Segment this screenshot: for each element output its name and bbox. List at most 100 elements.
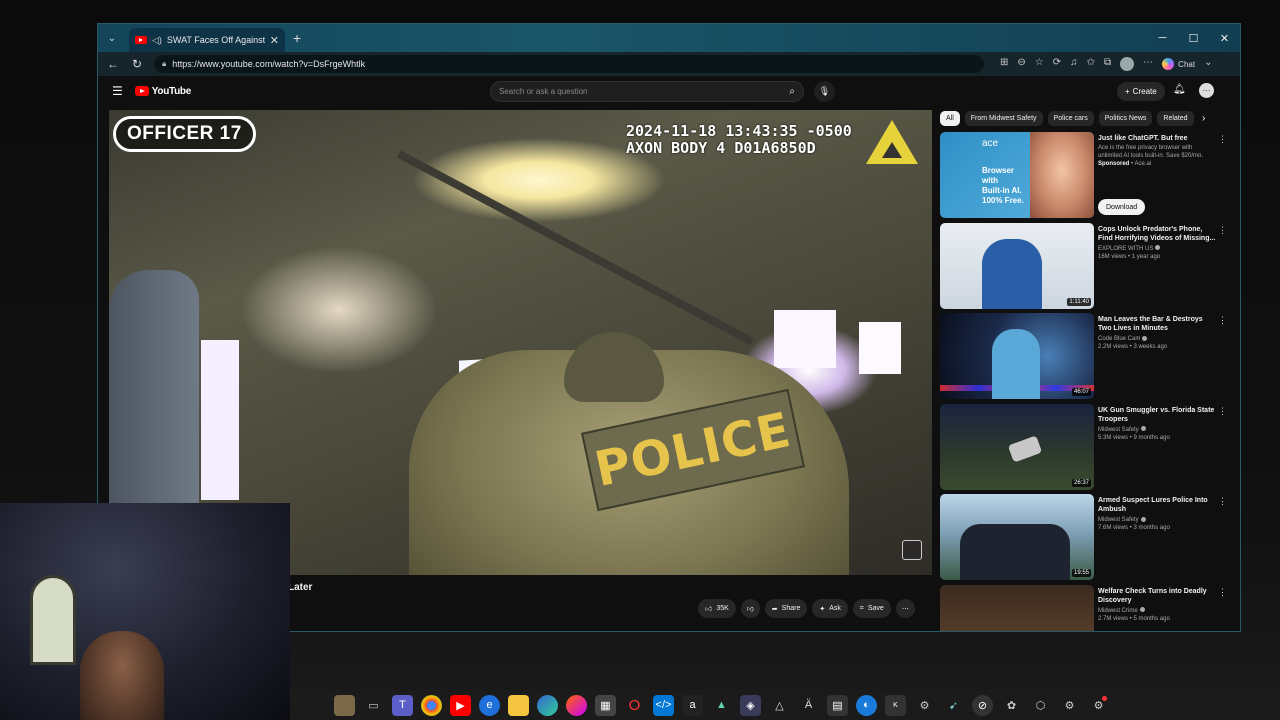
k-app-icon[interactable]: K: [885, 694, 906, 716]
rec-channel[interactable]: Midwest Safety: [1098, 427, 1139, 433]
more-vert-icon[interactable]: ⋮: [1218, 315, 1227, 326]
bird-app-icon[interactable]: ➹: [943, 695, 964, 716]
profile-avatar[interactable]: [1120, 57, 1135, 71]
chip-politics-news[interactable]: Politics News: [1098, 111, 1153, 126]
more-actions-button[interactable]: ⋯: [895, 599, 915, 618]
ask-button[interactable]: ✦ Ask: [812, 599, 848, 618]
rec-title[interactable]: Man Leaves the Bar & Destroys Two Lives …: [1098, 315, 1216, 333]
like-button[interactable]: 👍︎ 35K: [698, 599, 736, 618]
reader-icon[interactable]: ♫: [1070, 57, 1078, 71]
youtube-icon[interactable]: ▶: [450, 694, 471, 716]
more-dots-icon[interactable]: ⋯: [1143, 57, 1153, 71]
triangle-icon[interactable]: △: [769, 695, 790, 716]
amazon-icon[interactable]: a: [682, 694, 703, 716]
chip-from-channel[interactable]: From Midwest Safety: [964, 111, 1043, 126]
close-window-button[interactable]: ✕: [1209, 32, 1240, 45]
minimize-button[interactable]: ─: [1147, 32, 1178, 45]
ai-app-icon[interactable]: Ä: [798, 695, 819, 716]
share-button[interactable]: ➦ Share: [764, 599, 808, 618]
ad-item[interactable]: ace Browser with Built-in AI. 100% Free.…: [940, 132, 1230, 223]
refresh-button[interactable]: ↻: [130, 57, 144, 71]
search-icon[interactable]: ⌕: [789, 86, 795, 97]
rec-title[interactable]: Armed Suspect Lures Police Into Ambush: [1098, 496, 1216, 514]
create-button[interactable]: + Create: [1117, 82, 1165, 101]
settings-icon[interactable]: ✿: [1001, 695, 1022, 716]
video-thumbnail[interactable]: 46:07: [940, 313, 1094, 399]
ad-title[interactable]: Just like ChatGPT. But free: [1098, 134, 1216, 143]
channel-watermark-icon[interactable]: [902, 540, 922, 560]
task-view-icon[interactable]: ▭: [363, 695, 384, 716]
more-vert-icon[interactable]: ⋮: [1218, 496, 1227, 507]
badge-app-icon[interactable]: ⚙: [1088, 695, 1109, 716]
chip-all[interactable]: All: [940, 111, 960, 126]
video-thumbnail[interactable]: 1:11:40: [940, 222, 1094, 309]
lock-icon[interactable]: 🔒︎: [162, 59, 166, 69]
rec-channel[interactable]: EXPLORE WITH US: [1098, 246, 1153, 252]
tab-actions-icon[interactable]: ⌄: [101, 27, 123, 49]
shield-icon[interactable]: ◈: [740, 694, 761, 716]
teams-icon[interactable]: T: [392, 694, 413, 716]
more-vert-icon[interactable]: ⋮: [1218, 406, 1227, 417]
mic-icon[interactable]: 🎙︎: [814, 81, 835, 102]
speaker-icon[interactable]: ◁): [152, 35, 162, 46]
store-icon[interactable]: ▦: [595, 694, 616, 716]
list-item[interactable]: 26:37 UK Gun Smuggler vs. Florida State …: [940, 403, 1230, 495]
opera-icon[interactable]: O: [624, 695, 645, 716]
search-input[interactable]: Search or ask a question ⌕: [490, 81, 804, 102]
rec-channel[interactable]: Midwest Safety: [1098, 517, 1139, 523]
tab-close-icon[interactable]: ✕: [270, 34, 279, 47]
rec-channel[interactable]: Code Blue Cam: [1098, 336, 1140, 342]
youtube-logo[interactable]: YouTube: [134, 86, 191, 97]
favorite-star-icon[interactable]: ☆: [1035, 57, 1044, 71]
download-button[interactable]: Download: [1098, 199, 1146, 215]
file-explorer-icon[interactable]: [508, 694, 529, 716]
dislike-button[interactable]: 👎︎: [740, 599, 760, 618]
box-app-icon[interactable]: ▤: [827, 694, 848, 716]
collections-icon[interactable]: ⧉: [1104, 57, 1111, 71]
favorites-icon[interactable]: ✩: [1087, 57, 1095, 71]
chip-police-cars[interactable]: Police cars: [1047, 111, 1094, 126]
edge-icon[interactable]: [537, 694, 558, 716]
chrome-icon[interactable]: [421, 694, 442, 716]
desktop-photo-icon[interactable]: [334, 694, 355, 716]
rec-title[interactable]: Welfare Check Turns into Deadly Discover…: [1098, 587, 1216, 605]
save-button[interactable]: ⌗ Save: [852, 599, 891, 618]
rec-channel[interactable]: Midwest Crime: [1098, 608, 1138, 614]
rec-title[interactable]: Cops Unlock Predator's Phone, Find Horri…: [1098, 225, 1216, 243]
chevron-down-icon[interactable]: ⌄: [1204, 57, 1212, 71]
back-button[interactable]: ←: [106, 57, 120, 71]
tab-active[interactable]: ◁) SWAT Faces Off Against Killer ✕: [129, 28, 285, 52]
menu-icon[interactable]: ☰: [112, 84, 123, 98]
gear2-app-icon[interactable]: ⚙: [1059, 695, 1080, 716]
chevron-right-icon[interactable]: ›: [1202, 113, 1205, 124]
video-thumbnail[interactable]: 19:55: [940, 494, 1094, 580]
zoom-icon[interactable]: ⊖: [1017, 57, 1025, 71]
chat-button[interactable]: Chat: [1162, 57, 1195, 71]
url-field[interactable]: 🔒︎ https://www.youtube.com/watch?v=DsFrg…: [154, 55, 984, 73]
apps-icon[interactable]: ⊞: [1000, 57, 1008, 71]
cube-app-icon[interactable]: ⬡: [1030, 695, 1051, 716]
list-item[interactable]: 46:07 Man Leaves the Bar & Destroys Two …: [940, 313, 1230, 404]
video-thumbnail[interactable]: [940, 584, 1094, 631]
avatar[interactable]: ⋯: [1199, 83, 1214, 98]
list-item[interactable]: 1:11:40 Cops Unlock Predator's Phone, Fi…: [940, 222, 1230, 314]
video-thumbnail[interactable]: 26:37: [940, 403, 1094, 490]
circle-app-icon[interactable]: ⊘: [972, 694, 993, 716]
ad-thumbnail[interactable]: ace Browser with Built-in AI. 100% Free.: [940, 132, 1094, 218]
gear-app-icon[interactable]: ⚙: [914, 695, 935, 716]
extensions-icon[interactable]: ⟳: [1053, 57, 1061, 71]
more-vert-icon[interactable]: ⋮: [1218, 225, 1227, 236]
bell-icon[interactable]: 🔔︎: [1173, 84, 1186, 95]
app-a-icon[interactable]: ▲: [711, 695, 732, 716]
rec-title[interactable]: UK Gun Smuggler vs. Florida State Troope…: [1098, 406, 1216, 424]
edge-beta-icon[interactable]: e: [479, 694, 500, 716]
maximize-button[interactable]: ☐: [1178, 32, 1209, 45]
list-item[interactable]: Welfare Check Turns into Deadly Discover…: [940, 584, 1230, 631]
vscode-icon[interactable]: </>: [653, 694, 674, 716]
list-item[interactable]: 19:55 Armed Suspect Lures Police Into Am…: [940, 494, 1230, 585]
more-vert-icon[interactable]: ⋮: [1218, 587, 1227, 598]
new-tab-button[interactable]: +: [293, 30, 301, 46]
firefox-icon[interactable]: [566, 694, 587, 716]
blue-app-icon[interactable]: ◐: [856, 694, 877, 716]
more-vert-icon[interactable]: ⋮: [1218, 134, 1227, 145]
